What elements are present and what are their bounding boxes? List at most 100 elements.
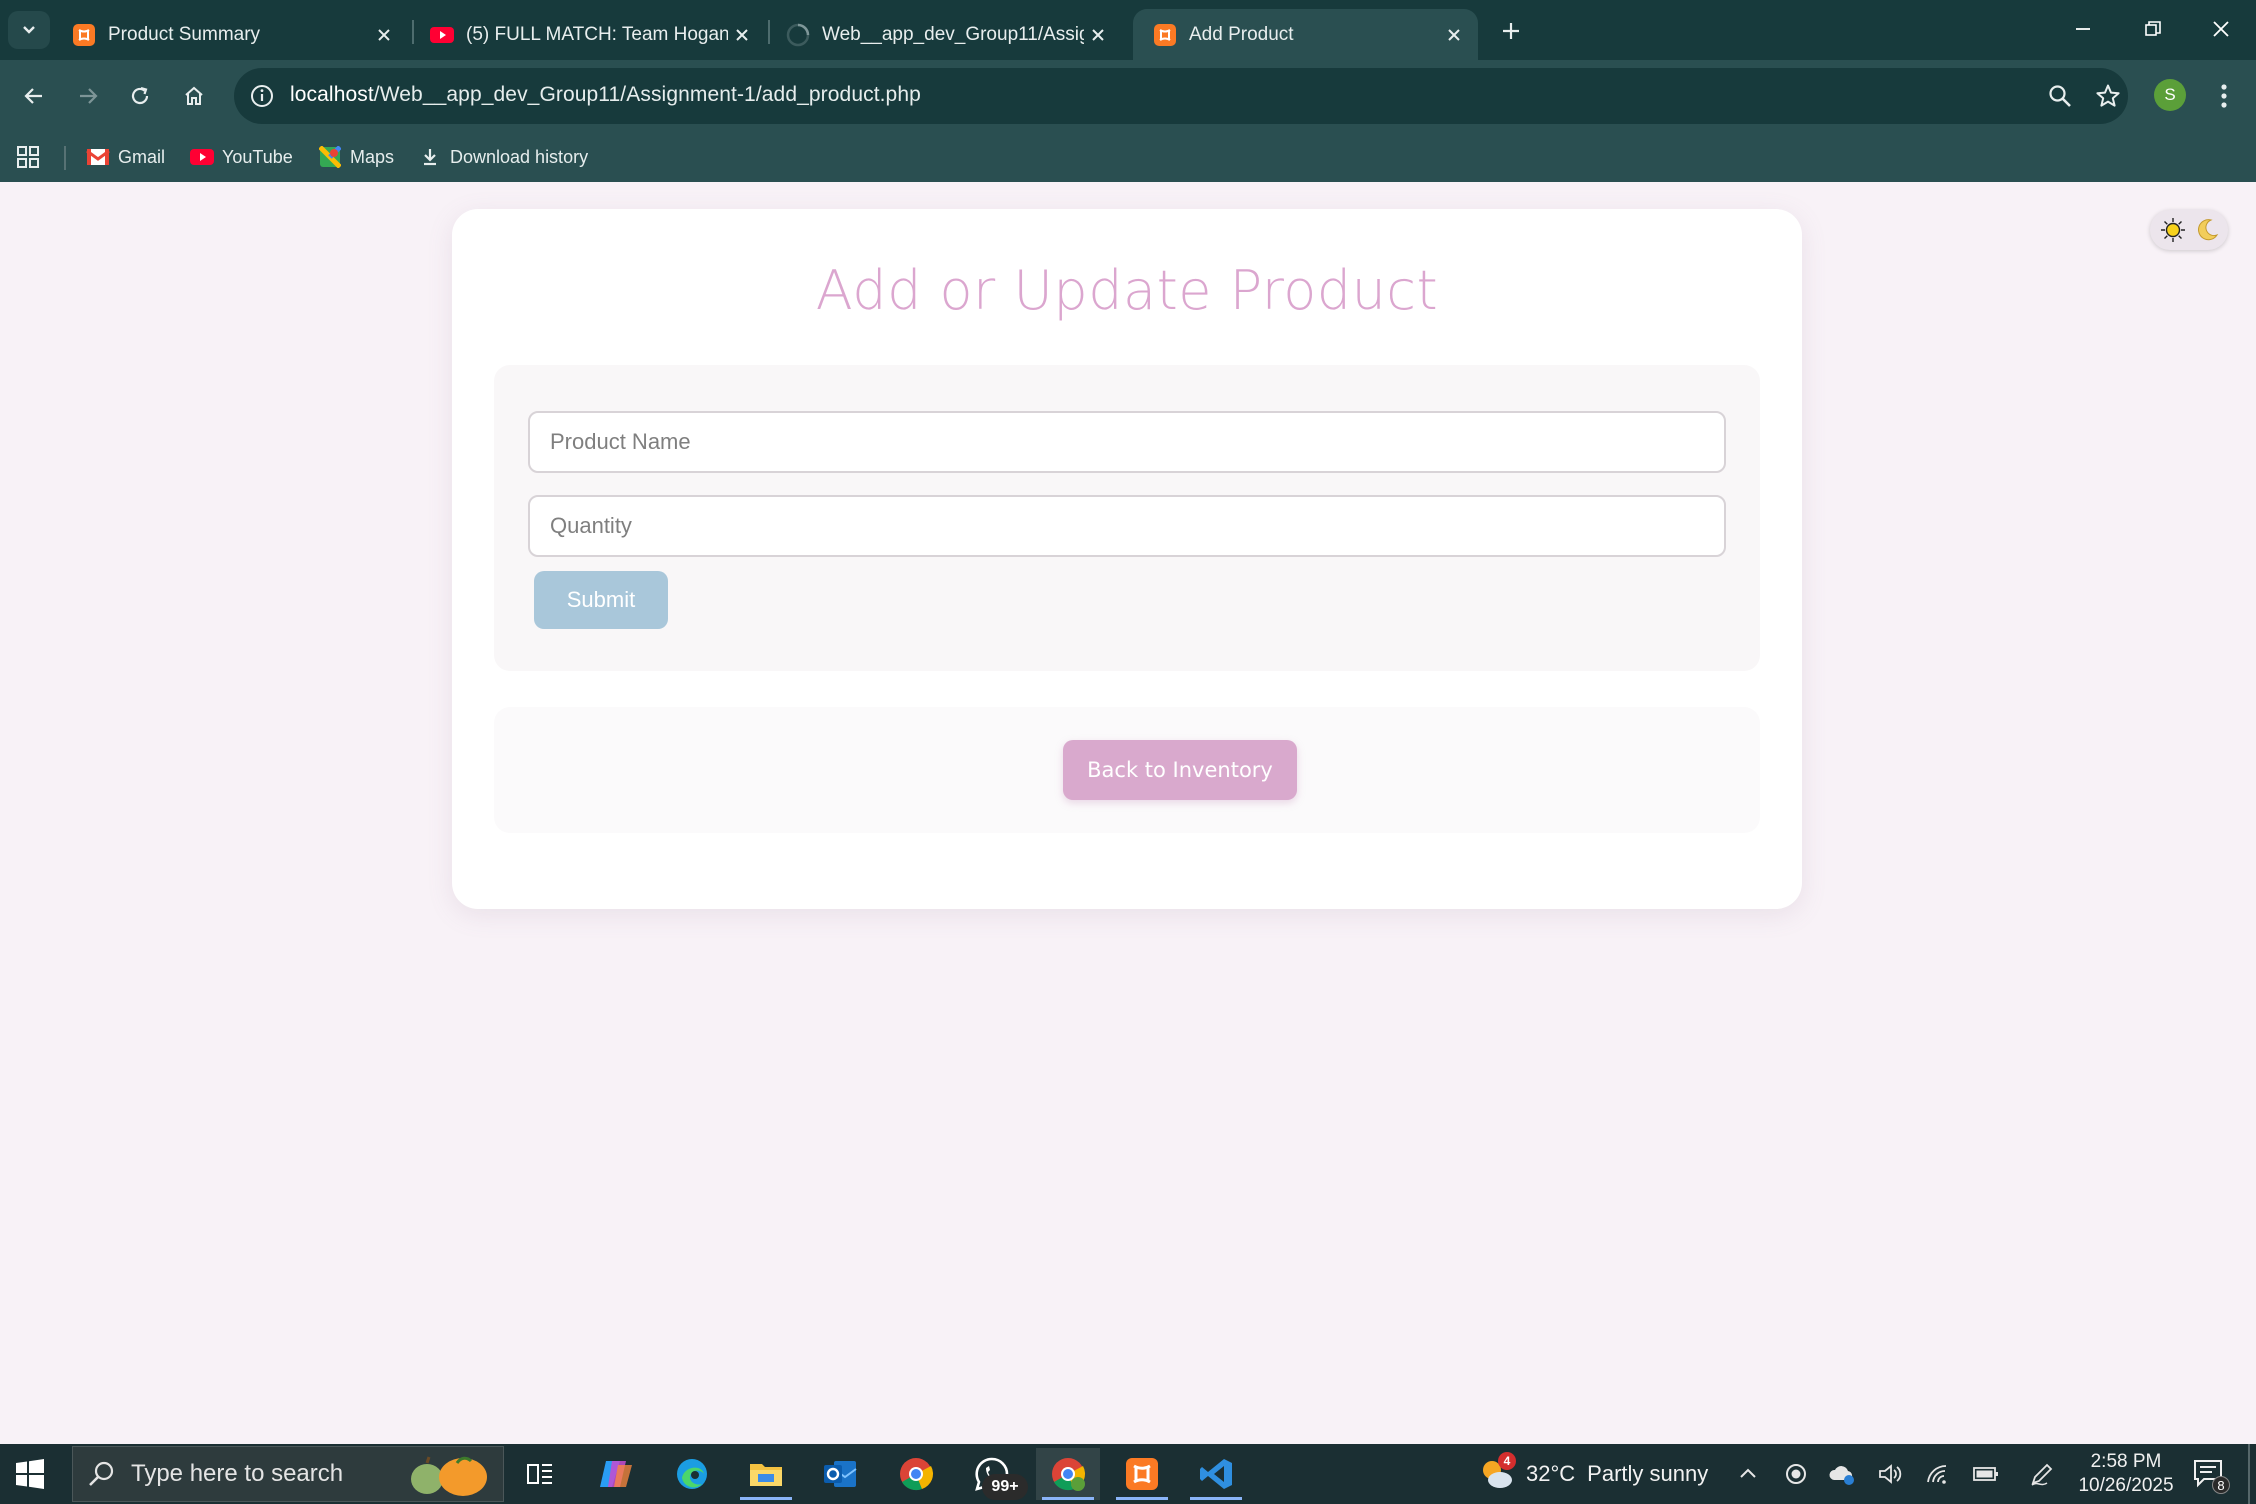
bookmark-download-history[interactable]: Download history <box>418 142 588 172</box>
clock-time: 2:58 PM <box>2090 1451 2162 1472</box>
profile-avatar[interactable]: S <box>2154 79 2186 111</box>
back-nav-button[interactable] <box>14 76 54 116</box>
close-icon[interactable] <box>370 21 398 49</box>
apps-button[interactable] <box>16 142 40 172</box>
arrow-left-icon <box>24 88 42 104</box>
info-icon[interactable] <box>248 82 276 110</box>
battery-tray-button[interactable] <box>1970 1458 2002 1490</box>
tab-search-button[interactable] <box>8 11 50 49</box>
network-tray-button[interactable] <box>1922 1458 1954 1490</box>
product-name-input[interactable] <box>528 411 1726 473</box>
tab-add-product[interactable]: Add Product <box>1133 9 1478 60</box>
zoom-icon <box>2049 85 2071 107</box>
zoom-button[interactable] <box>2044 80 2076 112</box>
show-desktop-button[interactable] <box>2248 1444 2250 1504</box>
youtube-icon <box>430 23 454 47</box>
close-icon <box>2213 21 2229 37</box>
outlook-button[interactable] <box>808 1448 872 1500</box>
record-tray-button[interactable] <box>1780 1458 1812 1490</box>
url-host: localhost <box>290 83 374 106</box>
file-explorer-icon <box>750 1464 782 1486</box>
taskbar-clock[interactable]: 2:58 PM 10/26/2025 <box>2066 1450 2186 1498</box>
back-panel: Back to Inventory <box>494 707 1760 833</box>
wifi-icon <box>1927 1465 1947 1484</box>
onedrive-tray-button[interactable] <box>1826 1458 1858 1490</box>
tab-title: Product Summary <box>108 23 261 45</box>
tab-strip: Product Summary (5) FULL MATCH: Team Hog… <box>0 0 2256 60</box>
tab-product-summary[interactable]: Product Summary <box>52 9 408 60</box>
restore-icon <box>2145 21 2161 36</box>
task-view-icon <box>527 1464 552 1484</box>
taskbar: Type here to search 99+ 4 32°C Partly su… <box>0 1444 2256 1504</box>
windows-start-icon[interactable] <box>14 1458 46 1490</box>
volume-icon <box>1879 1464 1902 1484</box>
copilot-button[interactable] <box>584 1448 648 1500</box>
weather-alert-badge: 4 <box>1498 1452 1516 1470</box>
minimize-button[interactable] <box>2058 10 2108 48</box>
xampp-button[interactable] <box>1110 1448 1174 1500</box>
sun-icon <box>2160 218 2185 242</box>
edge-icon <box>677 1459 707 1489</box>
new-tab-button[interactable] <box>1494 14 1528 48</box>
browser-menu-button[interactable] <box>2208 78 2240 114</box>
onedrive-icon <box>1829 1466 1854 1485</box>
clock-date: 10/26/2025 <box>2078 1475 2174 1496</box>
chrome-profile-button[interactable] <box>1036 1448 1100 1500</box>
pen-tray-button[interactable] <box>2026 1458 2058 1490</box>
close-icon[interactable] <box>1084 21 1112 49</box>
taskbar-search[interactable]: Type here to search <box>72 1446 504 1502</box>
youtube-icon <box>190 145 214 169</box>
record-icon <box>1786 1464 1806 1484</box>
reload-button[interactable] <box>120 76 160 116</box>
edge-button[interactable] <box>660 1448 724 1500</box>
address-bar[interactable]: localhost/Web__app_dev_Group11/Assignmen… <box>234 68 2128 124</box>
product-form: Submit <box>494 365 1760 671</box>
task-view-button[interactable] <box>508 1448 572 1500</box>
download-icon <box>418 145 442 169</box>
chevron-down-icon <box>23 26 35 34</box>
taskbar-search-placeholder: Type here to search <box>131 1460 344 1487</box>
chrome-icon <box>900 1458 934 1491</box>
bookmark-gmail[interactable]: Gmail <box>86 142 165 172</box>
show-hidden-icons-button[interactable] <box>1732 1458 1764 1490</box>
more-vertical-icon <box>2221 84 2227 108</box>
file-explorer-button[interactable] <box>734 1448 798 1500</box>
bookmark-maps[interactable]: Maps <box>318 142 394 172</box>
notification-count: 8 <box>2212 1476 2230 1494</box>
chrome-button[interactable] <box>884 1448 948 1500</box>
weather-condition: Partly sunny <box>1587 1461 1709 1486</box>
submit-button[interactable]: Submit <box>534 571 668 629</box>
gmail-icon <box>86 145 110 169</box>
volume-tray-button[interactable] <box>1874 1458 1906 1490</box>
apps-grid-icon <box>17 146 39 168</box>
theme-toggle[interactable] <box>2150 210 2228 250</box>
restore-button[interactable] <box>2128 10 2178 48</box>
battery-icon <box>1973 1467 1998 1481</box>
close-window-button[interactable] <box>2196 10 2246 48</box>
tab-github[interactable]: Web__app_dev_Group11/Assignment-1 <box>766 9 1122 60</box>
quantity-input[interactable] <box>528 495 1726 557</box>
github-icon <box>786 23 810 47</box>
url-text[interactable]: localhost/Web__app_dev_Group11/Assignmen… <box>290 83 921 107</box>
outlook-icon <box>824 1461 857 1487</box>
weather-temp: 32°C <box>1526 1461 1576 1486</box>
bookmark-star-button[interactable] <box>2092 80 2124 112</box>
bookmark-separator <box>64 146 66 170</box>
tab-youtube[interactable]: (5) FULL MATCH: Team Hogan vs. <box>410 9 766 60</box>
vscode-button[interactable] <box>1184 1448 1248 1500</box>
reload-icon <box>131 86 149 105</box>
home-icon <box>185 86 203 105</box>
back-to-inventory-button[interactable]: Back to Inventory <box>1063 740 1297 800</box>
maps-icon <box>318 145 342 169</box>
product-form-card: Add or Update Product Submit Back to Inv… <box>452 209 1802 909</box>
home-button[interactable] <box>174 76 214 116</box>
tab-title: Web__app_dev_Group11/Assignment-1 <box>822 23 1084 45</box>
forward-nav-button[interactable] <box>68 76 108 116</box>
close-icon[interactable] <box>1440 21 1468 49</box>
bookmark-label: YouTube <box>222 146 293 167</box>
close-icon[interactable] <box>728 21 756 49</box>
bookmark-youtube[interactable]: YouTube <box>190 142 293 172</box>
notification-center-button[interactable]: 8 <box>2192 1458 2230 1494</box>
weather-widget[interactable]: 4 32°C Partly sunny <box>1478 1452 1709 1492</box>
bookmark-label: Maps <box>350 146 395 167</box>
